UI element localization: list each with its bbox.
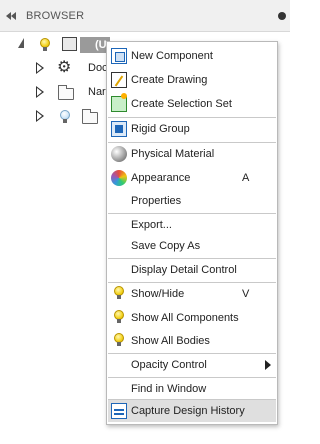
menu-item-label: Physical Material bbox=[131, 148, 215, 160]
physical-material-icon bbox=[111, 146, 127, 162]
tree-item-label: Nar bbox=[88, 86, 106, 98]
menu-item-show-hide[interactable]: Show/Hide V bbox=[108, 283, 276, 305]
menu-item-save-copy-as[interactable]: Save Copy As bbox=[108, 235, 276, 257]
lightbulb-icon bbox=[114, 333, 130, 349]
shortcut-key: A bbox=[242, 172, 250, 184]
menu-item-label: Find in Window bbox=[131, 383, 207, 395]
create-drawing-icon bbox=[111, 72, 127, 88]
menu-item-new-component[interactable]: New Component bbox=[108, 45, 276, 67]
root-component-text: (U bbox=[95, 39, 107, 51]
menu-item-export[interactable]: Export... bbox=[108, 214, 276, 236]
panel-title: BROWSER bbox=[26, 10, 85, 22]
tree-row-document-settings[interactable]: ⚙ Doc bbox=[0, 58, 108, 80]
menu-item-label: New Component bbox=[131, 50, 213, 62]
menu-item-capture-design-history[interactable]: Capture Design History bbox=[108, 400, 276, 422]
menu-item-label: Show All Bodies bbox=[131, 335, 210, 347]
menu-item-appearance[interactable]: Appearance A bbox=[108, 167, 276, 189]
menu-item-physical-material[interactable]: Physical Material bbox=[108, 143, 276, 165]
expand-open-icon[interactable] bbox=[18, 38, 24, 48]
shortcut-key: V bbox=[242, 288, 250, 300]
browser-header: BROWSER bbox=[0, 0, 290, 32]
menu-item-label: Appearance bbox=[131, 172, 191, 184]
menu-item-rigid-group[interactable]: Rigid Group bbox=[108, 118, 276, 140]
folder-icon bbox=[58, 85, 74, 100]
appearance-icon bbox=[111, 170, 127, 186]
capture-history-icon bbox=[111, 403, 127, 419]
expand-icon[interactable] bbox=[36, 86, 44, 98]
menu-item-show-all-components[interactable]: Show All Components bbox=[108, 307, 276, 329]
expand-icon[interactable] bbox=[36, 62, 44, 74]
new-component-icon bbox=[111, 48, 127, 64]
expand-icon[interactable] bbox=[36, 110, 44, 122]
menu-item-properties[interactable]: Properties bbox=[108, 190, 276, 212]
menu-item-label: Show/Hide bbox=[131, 288, 185, 300]
menu-item-create-selection-set[interactable]: Create Selection Set bbox=[108, 93, 276, 115]
tree-row-origin[interactable] bbox=[0, 106, 106, 128]
lightbulb-icon[interactable] bbox=[60, 110, 70, 124]
lightbulb-icon[interactable] bbox=[40, 38, 50, 52]
menu-item-opacity-control[interactable]: Opacity Control bbox=[108, 354, 276, 376]
menu-item-show-all-bodies[interactable]: Show All Bodies bbox=[108, 330, 276, 352]
menu-item-find-in-window[interactable]: Find in Window bbox=[108, 378, 276, 400]
context-menu: New Component Create Drawing Create Sele… bbox=[106, 41, 278, 425]
menu-item-label: Export... bbox=[131, 219, 172, 231]
component-icon bbox=[62, 37, 77, 51]
menu-item-label: Rigid Group bbox=[131, 123, 190, 135]
submenu-arrow-icon bbox=[265, 360, 271, 370]
menu-item-label: Opacity Control bbox=[131, 359, 207, 371]
menu-item-display-detail-control[interactable]: Display Detail Control bbox=[108, 259, 276, 281]
menu-item-label: Properties bbox=[131, 195, 182, 207]
selection-set-icon bbox=[111, 93, 127, 112]
lightbulb-icon bbox=[114, 310, 130, 326]
tree-item-label: Doc bbox=[88, 62, 108, 74]
folder-icon bbox=[82, 109, 98, 124]
panel-options-icon[interactable] bbox=[278, 12, 286, 20]
menu-item-label: Display Detail Control bbox=[131, 264, 237, 276]
tree-root-row[interactable]: (U bbox=[0, 34, 110, 56]
gear-icon: ⚙ bbox=[57, 59, 72, 76]
rigid-group-icon bbox=[111, 121, 127, 137]
tree-row-named-views[interactable]: Nar bbox=[0, 82, 106, 104]
menu-item-label: Create Selection Set bbox=[131, 98, 232, 110]
menu-item-label: Capture Design History bbox=[131, 405, 245, 417]
lightbulb-icon bbox=[114, 286, 130, 302]
menu-item-label: Show All Components bbox=[131, 312, 239, 324]
menu-item-label: Save Copy As bbox=[131, 240, 201, 252]
menu-item-label: Create Drawing bbox=[131, 74, 208, 86]
collapse-panel-icon[interactable] bbox=[6, 11, 20, 21]
menu-item-create-drawing[interactable]: Create Drawing bbox=[108, 69, 276, 91]
